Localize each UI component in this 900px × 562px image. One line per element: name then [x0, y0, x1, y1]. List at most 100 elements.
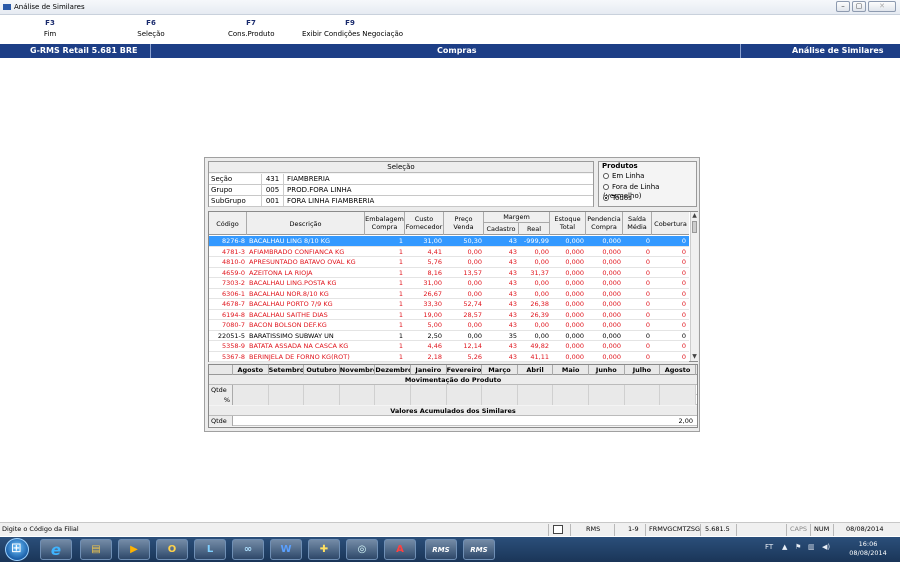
acrobat-icon[interactable]: A: [384, 539, 416, 560]
month-header-blank: [209, 365, 233, 375]
table-cell: 0,000: [565, 258, 584, 266]
col-codigo[interactable]: Código: [209, 212, 247, 235]
table-cell: 0: [645, 289, 650, 298]
maximize-button[interactable]: ▢: [852, 1, 866, 12]
table-cell: BACALHAU PORTO 7/9 KG: [249, 300, 333, 308]
f3-fim-button[interactable]: F3 Fim: [38, 19, 62, 38]
month-header-cell: Março: [482, 365, 518, 375]
table-row[interactable]: 4659-0 AZEITONA LA RIOJA 1 8,16 13,57 43 31,37…: [209, 268, 689, 278]
table-cell: 0,000: [565, 289, 584, 298]
table-row[interactable]: 6194-8 BACALHAU SAITHE DIAS 1 19,00 28,57 43 2…: [209, 310, 689, 320]
selecao-title: Seleção: [209, 162, 593, 173]
month-value-cell: [233, 395, 269, 405]
month-value-cell: [517, 395, 554, 405]
table-cell: 0,000: [565, 310, 584, 319]
volume-icon[interactable]: ◀): [822, 543, 830, 551]
word-icon[interactable]: W: [270, 539, 302, 560]
table-cell: 0: [645, 300, 650, 308]
col-descricao[interactable]: Descrição: [247, 212, 365, 235]
table-cell: 33,30: [423, 300, 442, 308]
scroll-down-icon[interactable]: ▼: [691, 353, 698, 361]
col-cobertura[interactable]: Cobertura: [652, 212, 689, 235]
table-cell: 35: [508, 331, 517, 340]
scroll-up-icon[interactable]: ▲: [691, 212, 698, 220]
table-cell: 52,74: [463, 300, 482, 308]
selecao-row-secao[interactable]: Seção 431 FIAMBRERIA: [209, 174, 593, 185]
col-saida[interactable]: Saída Média: [623, 212, 652, 235]
media-player-icon[interactable]: ▶: [118, 539, 150, 560]
globe-icon[interactable]: ◎: [346, 539, 378, 560]
close-button[interactable]: ✕: [868, 1, 896, 12]
lync-icon[interactable]: L: [194, 539, 226, 560]
table-cell: BACALHAU LING.POSTA KG: [249, 279, 337, 287]
table-row[interactable]: 4810-0 APRESUNTADO BATAVO OVAL KG 1 5,76 0,0…: [209, 257, 689, 268]
col-preco[interactable]: Preço Venda: [444, 212, 484, 235]
month-value-cell: [268, 395, 305, 405]
folder-icon[interactable]: ▤: [80, 539, 112, 560]
month-value-cell: [624, 385, 661, 395]
f6-selecao-button[interactable]: F6 Seleção: [136, 19, 166, 38]
f7-label: Cons.Produto: [228, 30, 275, 38]
radio-todos[interactable]: Todos: [603, 194, 632, 203]
selecao-row-subgrupo[interactable]: SubGrupo 001 FORA LINHA FIAMBRERIA: [209, 196, 593, 207]
flag-icon[interactable]: ⚑: [795, 543, 801, 551]
rms-app-icon-2[interactable]: RMS: [463, 539, 495, 560]
secao-desc: FIAMBRERIA: [287, 175, 330, 183]
grid-header: Código Descrição Embalagem Compra Custo …: [209, 212, 689, 235]
application-icon[interactable]: ✚: [308, 539, 340, 560]
col-estoque[interactable]: Estoque Total: [550, 212, 586, 235]
table-row[interactable]: 4781-3 AFIAMBRADO CONFIANCA KG 1 4,41 0,00 43…: [209, 247, 689, 257]
selecao-row-grupo[interactable]: Grupo 005 PROD.FORA LINHA: [209, 185, 593, 196]
tray-arrow-icon[interactable]: ▲: [782, 543, 787, 551]
table-row[interactable]: 5367-8 BERINJELA DE FORNO KG(ROT) 1 2,18 5,2…: [209, 352, 689, 362]
f9-condicoes-button[interactable]: F9 Exibir Condições Negociação: [302, 19, 403, 38]
language-indicator[interactable]: FT: [765, 543, 773, 551]
table-row[interactable]: 6306-1 BACALHAU NOR.8/10 KG 1 26,67 0,00 43 0,…: [209, 289, 689, 299]
network-tray-icon[interactable]: ▥: [808, 543, 815, 551]
month-value-cell: [660, 385, 696, 395]
rms-app-icon[interactable]: RMS: [425, 539, 457, 560]
app-icon: [3, 4, 11, 10]
month-value-cell: [446, 395, 483, 405]
table-cell: 0,00: [534, 321, 549, 329]
month-value-cell: [339, 385, 376, 395]
table-row[interactable]: 7303-2 BACALHAU LING.POSTA KG 1 31,00 0,00 43…: [209, 278, 689, 289]
table-cell: 2,50: [427, 331, 442, 340]
table-row[interactable]: 7080-7 BACON BOLSON DEF.KG 1 5,00 0,00 43 0,00…: [209, 320, 689, 331]
window-title: Análise de Similares: [14, 3, 85, 11]
table-row[interactable]: 5358-9 BATATA ASSADA NA CASCA KG 1 4,46 12,1…: [209, 341, 689, 352]
module-header: G-RMS Retail 5.681 BRE Compras Análise d…: [0, 44, 900, 58]
table-cell: 43: [508, 300, 517, 308]
grid-scrollbar[interactable]: ▲ ▼: [690, 212, 698, 361]
clock-time: 16:06: [858, 540, 878, 548]
radio-em-linha[interactable]: Em Linha: [603, 172, 644, 181]
network-icon[interactable]: ∞: [232, 539, 264, 560]
table-cell: 0,000: [565, 352, 584, 361]
taskbar-clock[interactable]: 16:06 08/08/2014: [838, 540, 898, 558]
col-embalagem[interactable]: Embalagem Compra: [365, 212, 405, 235]
col-preco-l2: Venda: [453, 223, 474, 231]
table-cell: 4678-7: [221, 300, 245, 308]
internet-explorer-icon[interactable]: e: [40, 539, 72, 560]
outlook-icon[interactable]: O: [156, 539, 188, 560]
table-row[interactable]: 4678-7 BACALHAU PORTO 7/9 KG 1 33,30 52,74 43…: [209, 299, 689, 310]
table-cell: 5367-8: [221, 352, 245, 361]
table-row[interactable]: 22051-5 BARATISSIMO SUBWAY UN 1 2,50 0,00 35 0…: [209, 331, 689, 341]
col-pendencia[interactable]: Pendencia Compra: [586, 212, 623, 235]
table-cell: 41,11: [530, 352, 549, 361]
col-custo[interactable]: Custo Fornecedor: [405, 212, 444, 235]
month-value-cell: [375, 385, 411, 395]
f3-key: F3: [45, 19, 55, 27]
start-button[interactable]: [5, 538, 29, 561]
month-value-cell: [304, 385, 340, 395]
col-margem-real[interactable]: Real: [519, 223, 550, 235]
table-cell: 49,82: [530, 342, 549, 350]
scroll-thumb[interactable]: [692, 221, 697, 233]
f7-cons-produto-button[interactable]: F7 Cons.Produto: [228, 19, 275, 38]
minimize-button[interactable]: –: [836, 1, 850, 12]
table-cell: BARATISSIMO SUBWAY UN: [249, 331, 334, 340]
col-margem-cadastro[interactable]: Cadastro: [484, 223, 519, 235]
table-row[interactable]: 8276-8 BACALHAU LING 8/10 KG 1 31,00 50,30 43…: [209, 236, 689, 247]
radio-fora-linha[interactable]: Fora de Linha (vermelho): [603, 183, 696, 200]
col-pendencia-l1: Pendencia: [587, 215, 621, 223]
